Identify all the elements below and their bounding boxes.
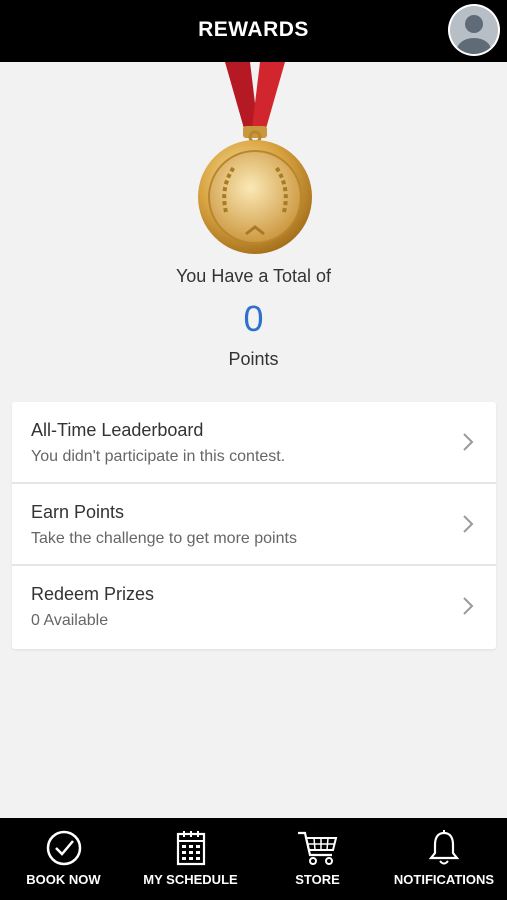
leaderboard-subtitle: You didn't participate in this contest. xyxy=(31,448,286,465)
redeem-prizes-item[interactable]: Redeem Prizes 0 Available xyxy=(12,566,496,648)
total-points-label: You Have a Total of xyxy=(175,266,332,286)
medal-icon xyxy=(198,62,312,254)
user-icon xyxy=(450,6,498,54)
bottom-tab-bar: BOOK NOW MY SCHEDULE STORE NOTIFICATIONS xyxy=(0,818,507,900)
earn-points-item[interactable]: Earn Points Take the challenge to get mo… xyxy=(12,484,496,566)
chevron-right-icon xyxy=(463,433,474,451)
redeem-prizes-subtitle: 0 Available xyxy=(31,612,109,629)
calendar-icon xyxy=(176,831,205,866)
header-bar: REWARDS xyxy=(0,0,507,62)
tab-store-label: STORE xyxy=(295,872,340,887)
tab-book-now-label: BOOK NOW xyxy=(26,872,101,887)
cart-icon xyxy=(297,831,337,865)
leaderboard-item[interactable]: All-Time Leaderboard You didn't particip… xyxy=(12,402,496,484)
tab-my-schedule[interactable]: MY SCHEDULE xyxy=(127,818,254,900)
tab-store[interactable]: STORE xyxy=(254,818,381,900)
bell-icon xyxy=(428,830,460,865)
profile-avatar[interactable] xyxy=(448,4,500,56)
tab-notifications-label: NOTIFICATIONS xyxy=(393,872,495,887)
chevron-right-icon xyxy=(463,597,474,615)
chevron-right-icon xyxy=(463,515,474,533)
points-count: 0 xyxy=(243,298,264,339)
earn-points-subtitle: Take the challenge to get more points xyxy=(31,530,297,547)
tab-my-schedule-label: MY SCHEDULE xyxy=(143,872,238,887)
tab-book-now[interactable]: BOOK NOW xyxy=(0,818,127,900)
points-unit-label: Points xyxy=(228,349,279,369)
rewards-menu: All-Time Leaderboard You didn't particip… xyxy=(12,402,496,649)
page-title: REWARDS xyxy=(198,18,309,41)
redeem-prizes-title: Redeem Prizes xyxy=(31,584,155,604)
earn-points-title: Earn Points xyxy=(31,502,125,522)
check-circle-icon xyxy=(46,830,81,866)
leaderboard-title: All-Time Leaderboard xyxy=(31,420,204,440)
tab-notifications[interactable]: NOTIFICATIONS xyxy=(381,818,507,900)
